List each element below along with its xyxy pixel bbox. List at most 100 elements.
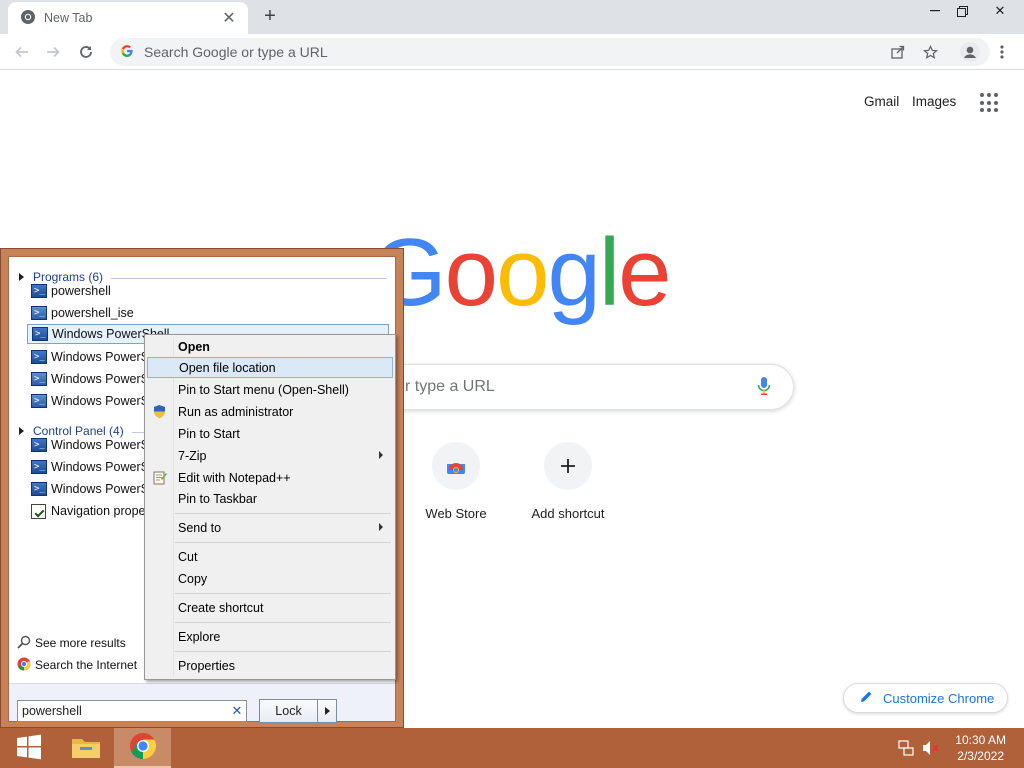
menu-item-7zip[interactable]: 7-Zip [147,445,393,466]
menu-item-label: Open file location [179,360,276,375]
restore-button[interactable] [945,0,979,22]
menu-item-send-to[interactable]: Send to [147,517,393,538]
powershell-ise-icon: >_ [31,372,47,386]
menu-item-pin-to-taskbar[interactable]: Pin to Taskbar [147,488,393,509]
taskbar-chrome[interactable] [114,728,171,768]
shortcut-add[interactable]: Add shortcut [512,442,624,521]
add-icon [544,442,592,490]
powershell-icon: >_ [31,460,47,474]
menu-item-label: Pin to Taskbar [178,491,257,506]
images-link[interactable]: Images [912,94,956,109]
menu-item-label: Open [178,339,210,354]
forward-button[interactable] [41,40,65,64]
menu-item-label: Pin to Start [178,426,240,441]
menu-item-label: Send to [178,520,222,535]
menu-item-label: Explore [178,629,221,644]
google-g-icon [120,44,134,61]
chrome-icon [129,732,157,763]
list-item[interactable]: >_ powershell_ise [27,303,389,323]
network-icon[interactable] [898,740,914,759]
item-label: Windows PowerSh [51,482,156,496]
voice-search-icon[interactable] [757,376,771,399]
powershell-icon: >_ [31,284,47,298]
see-more-label: See more results [35,636,126,650]
browser-toolbar: Search Google or type a URL [0,34,1024,70]
volume-muted-icon[interactable] [922,740,940,759]
powershell-icon: >_ [31,482,47,496]
lock-options-arrow-icon[interactable] [318,707,336,715]
menu-item-cut[interactable]: Cut [147,546,393,567]
menu-item-label: Create shortcut [178,600,264,615]
item-label: Windows PowerSh [51,372,156,386]
taskbar: 10:30 AM 2/3/2022 [0,728,1024,768]
start-search-input[interactable]: powershell ✕ [17,700,247,722]
taskbar-file-explorer[interactable] [57,728,114,768]
submenu-arrow-icon [379,451,383,459]
start-button[interactable] [0,728,57,768]
item-label: Windows PowerSh [51,460,156,474]
menu-item-label: Cut [178,549,198,564]
chrome-favicon-icon [20,9,36,28]
folder-icon [70,733,102,764]
powershell-icon: >_ [31,350,47,364]
search-internet-link[interactable]: Search the Internet [17,656,137,674]
google-apps-icon[interactable] [980,93,1000,113]
search-internet-label: Search the Internet [35,658,138,672]
shortcut-label: Add shortcut [531,506,605,521]
menu-item-pin-to-start[interactable]: Pin to Start [147,423,393,444]
chrome-menu-icon[interactable] [990,38,1014,66]
new-tab-button[interactable]: + [258,5,282,29]
share-icon[interactable] [886,38,910,66]
list-item[interactable]: >_ powershell [27,281,389,301]
navigation-properties-icon [31,503,46,519]
menu-item-label: Copy [178,571,208,586]
shortcut-web-store[interactable]: Web Store [400,442,512,521]
tab-strip: New Tab ✕ + ✕ [0,0,1024,34]
close-window-button[interactable]: ✕ [983,0,1017,22]
menu-item-open[interactable]: Open [147,336,393,357]
bookmark-star-icon[interactable] [918,38,942,66]
clock[interactable]: 10:30 AM 2/3/2022 [955,732,1006,764]
customize-chrome-button[interactable]: Customize Chrome [843,683,1008,713]
reload-button[interactable] [74,40,98,64]
expand-arrow-icon [19,427,24,435]
menu-separator [175,593,391,594]
profile-avatar-icon[interactable] [958,38,982,66]
item-label: Windows PowerSh [51,438,156,452]
pencil-icon [860,690,873,706]
menu-item-run-as-admin[interactable]: Run as administrator [147,401,393,422]
powershell-ise-icon: >_ [31,306,47,320]
tab-new-tab[interactable]: New Tab ✕ [8,2,248,34]
item-label: Windows PowerSh [51,394,156,408]
menu-item-pin-start-open-shell[interactable]: Pin to Start menu (Open-Shell) [147,379,393,400]
clear-search-icon[interactable]: ✕ [228,703,246,719]
menu-item-open-file-location[interactable]: Open file location [147,357,393,378]
submenu-arrow-icon [379,523,383,531]
item-label: powershell_ise [51,306,134,320]
powershell-icon: >_ [32,327,48,341]
see-more-results-link[interactable]: See more results [17,634,126,652]
web-store-icon [432,442,480,490]
item-label: Windows PowerSh [51,350,156,364]
menu-item-copy[interactable]: Copy [147,568,393,589]
lock-label: Lock [260,700,318,722]
back-button[interactable] [10,40,34,64]
menu-item-label: Edit with Notepad++ [178,470,291,485]
clock-date: 2/3/2022 [957,749,1004,763]
expand-arrow-icon [19,273,24,281]
menu-item-label: Properties [178,658,235,673]
clock-time: 10:30 AM [955,733,1006,747]
chrome-small-icon [17,657,31,674]
menu-item-properties[interactable]: Properties [147,655,393,676]
menu-item-create-shortcut[interactable]: Create shortcut [147,597,393,618]
gmail-link[interactable]: Gmail [864,94,899,109]
powershell-icon: >_ [31,438,47,452]
tab-close-icon[interactable]: ✕ [220,8,238,28]
lock-button[interactable]: Lock [259,699,337,723]
ntp-search-box[interactable]: r type a URL [350,364,794,410]
menu-item-edit-notepadpp[interactable]: Edit with Notepad++ [147,467,393,488]
menu-item-label: 7-Zip [178,448,207,463]
menu-item-explore[interactable]: Explore [147,626,393,647]
address-bar[interactable]: Search Google or type a URL [110,38,990,66]
ntp-search-placeholder: r type a URL [405,378,495,395]
